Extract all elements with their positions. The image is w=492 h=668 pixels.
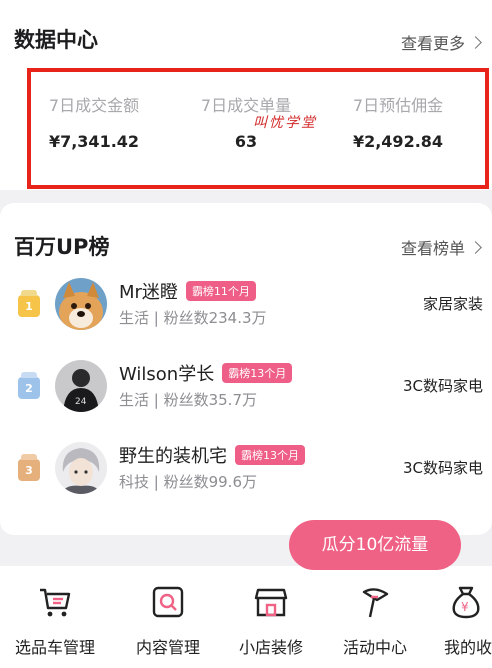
stat-label: 7日成交金额 [48, 96, 140, 115]
stat-value: ¥2,492.84 [352, 132, 444, 151]
nav-label: 选品车管理 [14, 638, 95, 657]
view-more-label: 查看更多 [400, 34, 465, 53]
rank-1-icon: 1 [18, 290, 40, 317]
ranking-card: 百万UP榜 查看榜单 1 Mr迷瞪 霸榜11个月 生活 | 粉丝数234.3万 … [0, 203, 492, 535]
user-name: Mr迷瞪 [119, 282, 178, 303]
flag-icon [362, 588, 389, 618]
user-name-row: Mr迷瞪 霸榜11个月 [119, 278, 256, 304]
nav-item-activity[interactable]: 活动中心 [325, 566, 425, 668]
nav-label: 活动中心 [342, 638, 407, 657]
rank-2-icon: 2 [18, 372, 40, 399]
top-rank-badge: 霸榜13个月 [235, 445, 305, 465]
stat-value: ¥7,341.42 [48, 132, 140, 151]
data-center-card: 数据中心 查看更多 7日成交金额 ¥7,341.42 7日成交单量 63 7日预… [0, 0, 492, 190]
nav-label: 内容管理 [135, 638, 200, 657]
user-meta: 生活 | 粉丝数35.7万 [119, 391, 257, 409]
rank-3-icon: 3 [18, 454, 40, 481]
user-category: 3C数码家电 [402, 377, 483, 395]
nav-item-content[interactable]: 内容管理 [118, 566, 218, 668]
view-ranking-link[interactable]: 查看榜单 [400, 235, 482, 259]
cart-icon [40, 588, 71, 617]
ranking-row[interactable]: 2 24 Wilson学长 霸榜13个月 生活 | 粉丝数35.7万 3C数码家… [0, 355, 492, 435]
nav-label: 小店装修 [238, 638, 303, 657]
nav-label: 我的收 [444, 638, 492, 657]
user-name: Wilson学长 [119, 364, 215, 385]
avatar[interactable] [55, 278, 107, 330]
traffic-promo-button[interactable]: 瓜分10亿流量 [289, 520, 461, 570]
ranking-title: 百万UP榜 [14, 235, 110, 259]
view-ranking-label: 查看榜单 [400, 239, 465, 258]
user-name: 野生的装机宅 [119, 446, 227, 467]
money-bag-icon: ¥ [452, 586, 480, 619]
nav-item-shop[interactable]: 小店装修 [221, 566, 321, 668]
data-center-title: 数据中心 [14, 28, 98, 52]
user-name-row: Wilson学长 霸榜13个月 [119, 360, 293, 386]
content-search-icon [152, 586, 184, 618]
watermark-text: 叫忧学堂 [253, 115, 317, 131]
stat-label: 7日预估佣金 [352, 96, 444, 115]
stats-highlight-box: 7日成交金额 ¥7,341.42 7日成交单量 63 7日预估佣金 ¥2,492… [27, 68, 489, 189]
chevron-right-icon [469, 35, 482, 49]
user-meta: 生活 | 粉丝数234.3万 [119, 309, 267, 327]
avatar[interactable] [55, 442, 107, 494]
user-category: 家居家装 [422, 295, 483, 313]
bottom-nav: 选品车管理 内容管理 小店装修 活动中心 ¥ 我的收 [0, 566, 492, 668]
svg-text:24: 24 [75, 397, 87, 407]
user-name-row: 野生的装机宅 霸榜13个月 [119, 442, 305, 468]
svg-text:¥: ¥ [461, 600, 469, 614]
stat-value: 63 [234, 132, 258, 151]
chevron-right-icon [469, 240, 482, 254]
nav-item-income[interactable]: ¥ 我的收 [430, 566, 492, 668]
stat-gmv[interactable]: 7日成交金额 ¥7,341.42 [19, 92, 169, 151]
shop-icon [254, 588, 288, 617]
user-meta: 科技 | 粉丝数99.6万 [119, 473, 257, 491]
view-more-link[interactable]: 查看更多 [400, 30, 482, 54]
top-rank-badge: 霸榜11个月 [185, 281, 256, 301]
user-category: 3C数码家电 [402, 459, 483, 477]
ranking-row[interactable]: 3 野生的装机宅 霸榜13个月 科技 | 粉丝数99.6万 3C数码家电 [0, 437, 492, 517]
stat-commission[interactable]: 7日预估佣金 ¥2,492.84 [323, 92, 473, 151]
ranking-row[interactable]: 1 Mr迷瞪 霸榜11个月 生活 | 粉丝数234.3万 家居家装 [0, 273, 492, 353]
nav-item-cart[interactable]: 选品车管理 [5, 566, 105, 668]
avatar[interactable]: 24 [55, 360, 107, 412]
top-rank-badge: 霸榜13个月 [222, 363, 293, 383]
